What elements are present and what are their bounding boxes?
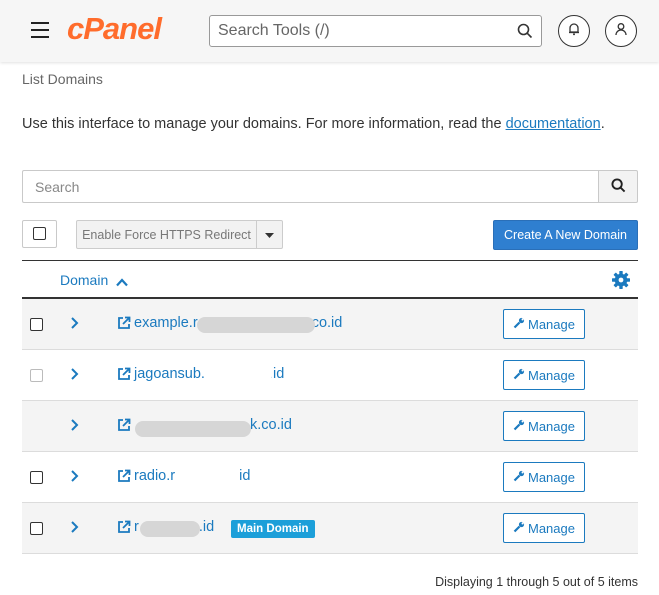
caret-down-icon [265, 226, 274, 244]
manage-label: Manage [528, 469, 575, 485]
row-checkbox[interactable] [30, 318, 43, 331]
manage-button[interactable]: Manage [503, 309, 585, 339]
description-text: Use this interface to manage your domain… [22, 116, 506, 132]
table-header: Domain [22, 260, 638, 299]
table-row: jagoansub. .id Manage [22, 350, 638, 401]
wrench-icon [513, 368, 525, 383]
select-all-wrapper[interactable] [22, 220, 57, 248]
force-https-button[interactable]: Enable Force HTTPS Redirect [76, 220, 257, 249]
external-link-icon[interactable] [117, 418, 131, 437]
table-row: radio.r id Manage [22, 452, 638, 503]
menu-icon[interactable] [31, 22, 49, 38]
redacted-text [212, 367, 272, 383]
search-icon [610, 177, 626, 196]
table-row: r .id Main Domain Manage [22, 503, 638, 554]
redacted-text [177, 469, 239, 485]
description-suffix: . [600, 116, 605, 132]
pagination-summary: Displaying 1 through 5 out of 5 items [435, 575, 638, 589]
external-link-icon[interactable] [117, 316, 131, 335]
create-domain-button[interactable]: Create A New Domain [493, 220, 638, 250]
bell-icon [567, 22, 581, 41]
table-row: k.co.id Manage [22, 401, 638, 452]
wrench-icon [513, 521, 525, 536]
notifications-button[interactable] [558, 15, 590, 47]
wrench-icon [513, 317, 525, 332]
chevron-right-icon[interactable] [70, 469, 80, 488]
user-menu-button[interactable] [605, 15, 637, 47]
chevron-right-icon[interactable] [70, 418, 80, 437]
chevron-right-icon[interactable] [70, 520, 80, 539]
top-bar: cPanel [0, 0, 659, 62]
row-checkbox[interactable] [30, 369, 43, 382]
domain-search-input[interactable] [22, 170, 599, 203]
force-https-dropdown[interactable] [256, 220, 283, 249]
external-link-icon[interactable] [117, 367, 131, 386]
manage-label: Manage [528, 316, 575, 332]
manage-label: Manage [528, 418, 575, 434]
wrench-icon [513, 470, 525, 485]
page-description: Use this interface to manage your domain… [22, 116, 605, 132]
user-icon [614, 22, 628, 41]
breadcrumb: List Domains [22, 71, 103, 87]
tool-search [209, 15, 542, 47]
documentation-link[interactable]: documentation [506, 116, 601, 132]
main-domain-badge: Main Domain [231, 520, 315, 538]
manage-button[interactable]: Manage [503, 411, 585, 441]
external-link-icon[interactable] [117, 520, 131, 539]
row-checkbox[interactable] [30, 471, 43, 484]
redacted-text [197, 317, 315, 333]
wrench-icon [513, 419, 525, 434]
manage-button[interactable]: Manage [503, 513, 585, 543]
tool-search-input[interactable] [210, 16, 510, 46]
gear-icon[interactable] [611, 270, 631, 295]
table-row: example.r .co.id Manage [22, 299, 638, 350]
domain-search-button[interactable] [598, 170, 638, 203]
redacted-text [140, 521, 200, 537]
manage-label: Manage [528, 520, 575, 536]
select-all-checkbox[interactable] [33, 227, 46, 240]
manage-button[interactable]: Manage [503, 462, 585, 492]
sort-asc-icon[interactable] [116, 274, 128, 292]
manage-label: Manage [528, 367, 575, 383]
chevron-right-icon[interactable] [70, 316, 80, 335]
cpanel-logo[interactable]: cPanel [67, 11, 162, 47]
column-domain[interactable]: Domain [60, 272, 108, 288]
redacted-text [135, 421, 251, 437]
external-link-icon[interactable] [117, 469, 131, 488]
domain-search [22, 170, 638, 203]
row-checkbox[interactable] [30, 522, 43, 535]
chevron-right-icon[interactable] [70, 367, 80, 386]
search-icon[interactable] [517, 23, 533, 44]
manage-button[interactable]: Manage [503, 360, 585, 390]
